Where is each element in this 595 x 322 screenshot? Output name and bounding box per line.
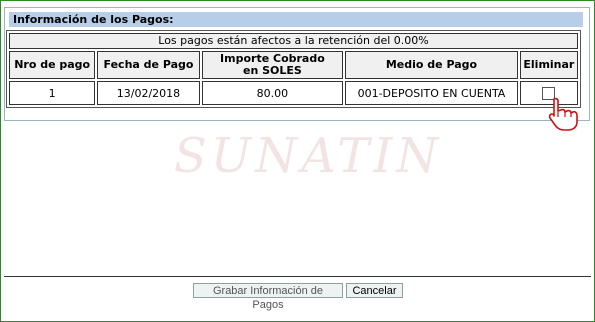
cell-medio-pago: 001-DEPOSITO EN CUENTA <box>345 81 518 105</box>
header-fecha-pago: Fecha de Pago <box>97 51 200 79</box>
watermark-text: SUNATIN <box>173 128 443 184</box>
section-title: Información de los Pagos: <box>9 12 583 27</box>
cell-importe: 80.00 <box>201 81 344 105</box>
cell-nro-pago: 1 <box>9 81 96 105</box>
retention-notice-row: Los pagos están afectos a la retención d… <box>9 33 578 49</box>
header-nro-pago: Nro de pago <box>9 51 96 79</box>
header-medio-pago: Medio de Pago <box>345 51 518 79</box>
cancel-button[interactable]: Cancelar <box>346 283 403 298</box>
header-importe: Importe Cobrado en SOLES <box>201 51 344 79</box>
pointer-hand-icon <box>548 97 578 131</box>
retention-notice: Los pagos están afectos a la retención d… <box>9 33 578 49</box>
cell-fecha-pago: 13/02/2018 <box>97 81 200 105</box>
table-header-row: Nro de pago Fecha de Pago Importe Cobrad… <box>9 51 578 79</box>
table-row: 1 13/02/2018 80.00 001-DEPOSITO EN CUENT… <box>9 81 578 105</box>
save-payments-button[interactable]: Grabar Información de Pagos <box>193 283 343 311</box>
header-eliminar: Eliminar <box>519 51 578 79</box>
payments-table: Los pagos están afectos a la retención d… <box>6 30 581 108</box>
footer-divider <box>4 276 591 277</box>
